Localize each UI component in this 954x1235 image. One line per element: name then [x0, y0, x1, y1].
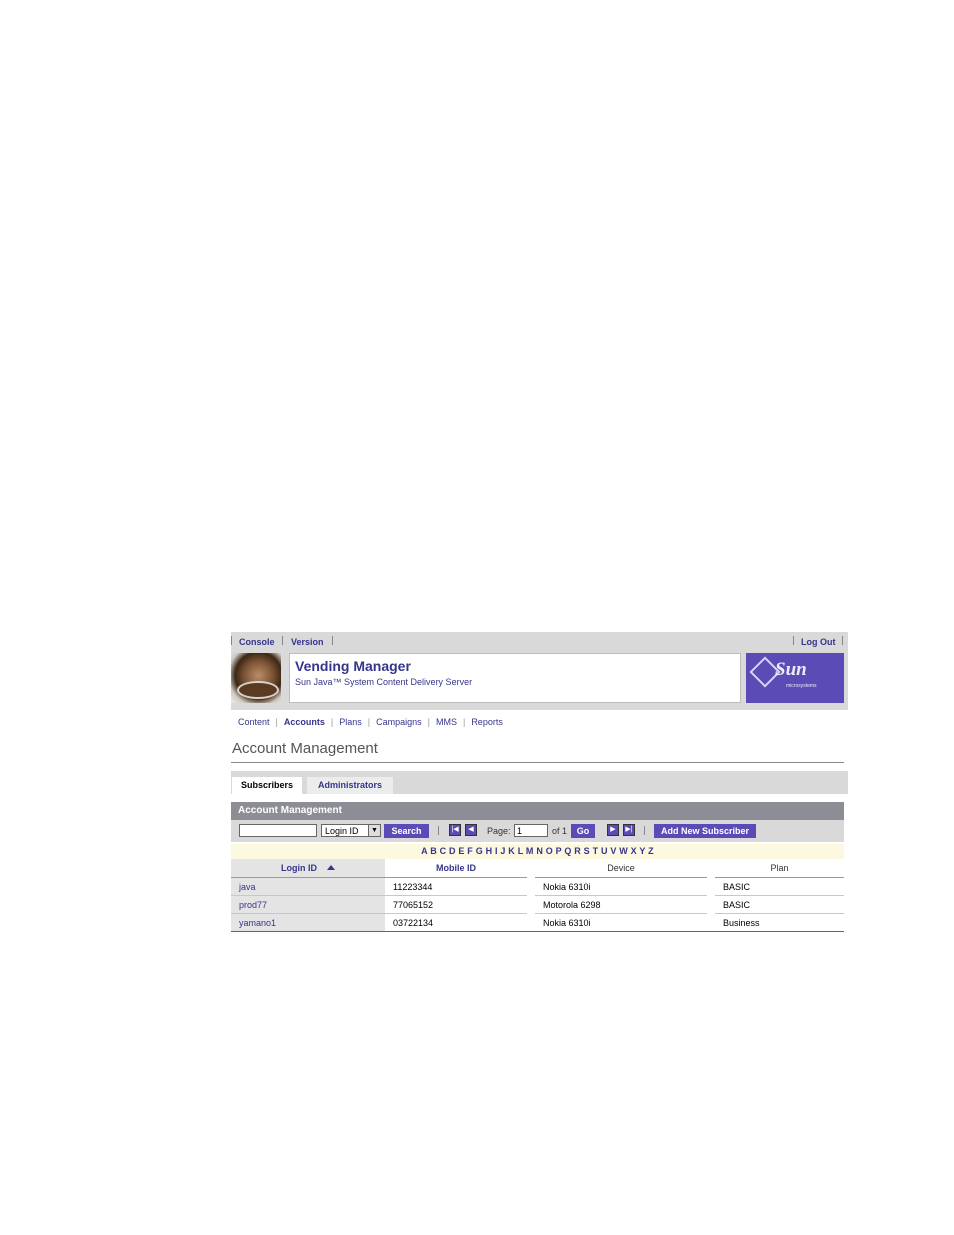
column-gap — [527, 859, 535, 878]
sun-logo-text: Sun — [775, 659, 807, 680]
previous-page-icon[interactable]: ◀ — [465, 824, 477, 836]
panel-title: Account Management — [231, 802, 844, 820]
last-page-icon[interactable]: ▶| — [623, 824, 635, 836]
nav-separator: | — [330, 717, 334, 727]
nav-separator: | — [427, 717, 430, 727]
column-header-mobile-id[interactable]: Mobile ID — [385, 859, 527, 878]
nav-item-campaigns[interactable]: Campaigns — [376, 717, 422, 727]
app-subtitle: Sun Java™ System Content Delivery Server — [295, 677, 473, 687]
table-header-row: Login ID Mobile ID Device Plan — [231, 859, 844, 878]
page-number-input[interactable] — [514, 824, 548, 837]
subscribers-table: Login ID Mobile ID Device Plan java 1122… — [231, 859, 844, 932]
plan-cell: Business — [715, 913, 844, 932]
table-row: prod77 77065152 Motorola 6298 BASIC — [231, 895, 844, 914]
column-gap — [527, 895, 535, 914]
search-field-value: Login ID — [325, 826, 359, 836]
search-field-select[interactable]: Login ID ▼ — [321, 824, 381, 837]
plan-cell: BASIC — [715, 895, 844, 914]
page-count: of 1 — [552, 826, 568, 836]
column-gap — [707, 895, 715, 914]
column-header-plan: Plan — [715, 859, 844, 878]
column-header-login-id[interactable]: Login ID — [231, 859, 385, 878]
title-divider — [231, 762, 844, 763]
brand-image-ring — [237, 681, 279, 699]
login-id-link[interactable]: yamano1 — [231, 913, 385, 932]
tab-administrators[interactable]: Administrators — [307, 777, 393, 794]
mobile-id-cell: 03722134 — [385, 913, 527, 932]
search-toolbar: Login ID ▼ Search |◀ ◀ Page: of 1 Go ▶ ▶… — [231, 820, 844, 842]
main-nav: Content | Accounts | Plans | Campaigns | MMS | Rep… — [238, 717, 503, 727]
search-button[interactable]: Search — [384, 824, 429, 838]
nav-item-reports[interactable]: Reports — [471, 717, 503, 727]
mobile-id-cell: 11223344 — [385, 877, 527, 896]
device-cell: Motorola 6298 — [535, 895, 707, 914]
column-header-device: Device — [535, 859, 707, 878]
app-title-box: Vending Manager Sun Java™ System Content… — [289, 653, 741, 703]
sun-logo: Sun microsystems — [746, 653, 844, 703]
column-gap — [527, 877, 535, 896]
table-row: java 11223344 Nokia 6310i BASIC — [231, 877, 844, 896]
app-title: Vending Manager — [295, 658, 411, 674]
nav-item-accounts[interactable]: Accounts — [284, 717, 325, 727]
search-input[interactable] — [239, 824, 317, 837]
masthead-banner: Vending Manager Sun Java™ System Content… — [231, 632, 848, 710]
next-page-icon[interactable]: ▶ — [607, 824, 619, 836]
login-id-link[interactable]: java — [231, 877, 385, 896]
column-gap — [707, 913, 715, 932]
sun-logo-subtext: microsystems — [786, 683, 817, 689]
chevron-down-icon: ▼ — [368, 825, 380, 836]
nav-separator: | — [367, 717, 371, 727]
tab-subscribers[interactable]: Subscribers — [232, 777, 302, 794]
alphabet-filter[interactable]: A B C D E F G H I J K L M N O P Q R S T … — [231, 844, 844, 859]
go-button[interactable]: Go — [571, 824, 595, 838]
plan-cell: BASIC — [715, 877, 844, 896]
nav-separator: | — [275, 717, 278, 727]
toolbar-separator — [644, 826, 645, 835]
toolbar-separator — [438, 826, 439, 835]
device-cell: Nokia 6310i — [535, 913, 707, 932]
tab-bar: Subscribers Administrators — [231, 771, 848, 794]
sort-ascending-icon — [327, 865, 335, 870]
nav-item-plans[interactable]: Plans — [339, 717, 362, 727]
page-label: Page: — [487, 826, 511, 836]
nav-item-content[interactable]: Content — [238, 717, 270, 727]
brand-image — [231, 653, 281, 703]
add-new-subscriber-button[interactable]: Add New Subscriber — [654, 824, 756, 838]
column-gap — [707, 877, 715, 896]
nav-item-mms[interactable]: MMS — [436, 717, 457, 727]
column-gap — [527, 913, 535, 932]
nav-separator: | — [462, 717, 466, 727]
page-title: Account Management — [232, 740, 378, 757]
table-row: yamano1 03722134 Nokia 6310i Business — [231, 913, 844, 932]
device-cell: Nokia 6310i — [535, 877, 707, 896]
mobile-id-cell: 77065152 — [385, 895, 527, 914]
vending-manager-app: Console Version Log Out Vending Manager … — [231, 632, 848, 932]
first-page-icon[interactable]: |◀ — [449, 824, 461, 836]
column-header-label: Login ID — [281, 863, 317, 873]
login-id-link[interactable]: prod77 — [231, 895, 385, 914]
column-gap — [707, 859, 715, 878]
